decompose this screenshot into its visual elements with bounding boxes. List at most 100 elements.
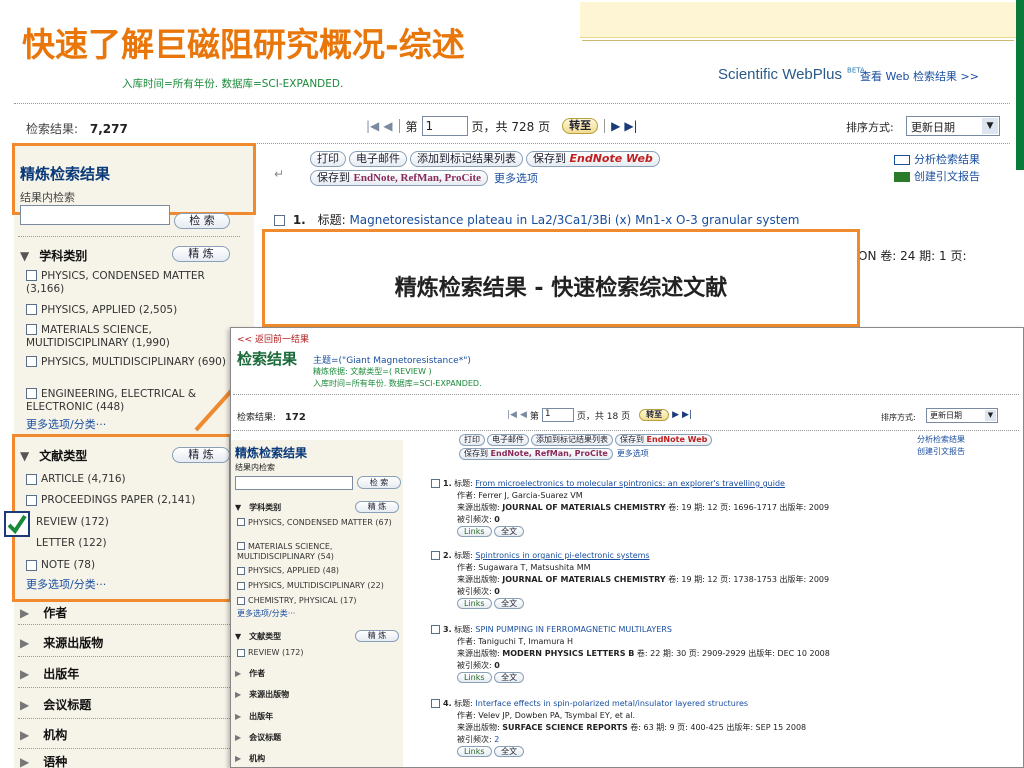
links-button[interactable]: Links bbox=[457, 526, 492, 537]
triangle-right-icon: ▶ bbox=[20, 728, 30, 742]
inset-org-toggle[interactable]: ▶ 机构 bbox=[235, 753, 265, 764]
inset-go-button[interactable]: 转至 bbox=[639, 409, 670, 421]
back-link[interactable]: << 返回前一结果 bbox=[237, 332, 309, 345]
output-toolbar-2: 保存到 EndNote, RefMan, ProCite 更多选项 bbox=[310, 170, 538, 186]
doctype-more-link[interactable]: 更多选项/分类··· bbox=[26, 576, 106, 592]
first-page-icon[interactable]: |◀ bbox=[507, 410, 517, 420]
inset-count-row: 检索结果: 172 bbox=[237, 412, 306, 423]
subject-facet-2[interactable]: PHYSICS, APPLIED (2,505) bbox=[26, 304, 226, 317]
triangle-right-icon: ▶ bbox=[235, 712, 242, 721]
chevron-down-icon[interactable]: ▼ bbox=[985, 410, 996, 421]
links-button[interactable]: Links bbox=[457, 746, 492, 757]
subject-facet-3[interactable]: MATERIALS SCIENCE, MULTIDISCIPLINARY (1,… bbox=[26, 324, 226, 350]
prev-page-icon[interactable]: ◀ bbox=[383, 119, 392, 133]
subject-more-link[interactable]: 更多选项/分类··· bbox=[26, 416, 106, 432]
fulltext-button[interactable]: 全文 bbox=[494, 526, 525, 537]
doctype-section-toggle[interactable]: ▼ 文献类型 bbox=[20, 447, 87, 464]
next-page-icon[interactable]: ▶ bbox=[672, 410, 679, 420]
language-section-toggle[interactable]: ▶ 语种 bbox=[20, 753, 67, 768]
prev-page-icon[interactable]: ◀ bbox=[520, 410, 527, 420]
subject-section-toggle[interactable]: ▼ 学科类别 bbox=[20, 247, 87, 264]
inset-subject-3[interactable]: PHYSICS, APPLIED (48) bbox=[237, 566, 397, 575]
web-results-link[interactable]: 查看 Web 检索结果 >> bbox=[860, 68, 979, 84]
more-options-link[interactable]: 更多选项 bbox=[494, 170, 538, 186]
doctype-facet-note[interactable]: NOTE (78) bbox=[26, 559, 95, 572]
inset-record-title[interactable]: Spintronics in organic pi-electronic sys… bbox=[475, 551, 649, 560]
author-section-toggle[interactable]: ▶ 作者 bbox=[20, 604, 67, 621]
links-button[interactable]: Links bbox=[457, 672, 492, 683]
source-section-toggle[interactable]: ▶ 来源出版物 bbox=[20, 634, 103, 651]
conference-section-toggle[interactable]: ▶ 会议标题 bbox=[20, 696, 91, 713]
doctype-facet-letter[interactable]: LETTER (122) bbox=[36, 537, 107, 550]
inset-side-title: 精炼检索结果 bbox=[235, 446, 308, 460]
fulltext-button[interactable]: 全文 bbox=[494, 598, 525, 609]
inset-page-input[interactable]: 1 bbox=[541, 408, 574, 422]
links-button[interactable]: Links bbox=[457, 598, 492, 609]
inset-add-marked-button[interactable]: 添加到标记结果列表 bbox=[531, 434, 613, 446]
inset-save-web-button[interactable]: 保存到 EndNote Web bbox=[615, 434, 713, 446]
review-checkbox-checked[interactable] bbox=[4, 511, 30, 537]
last-page-icon[interactable]: ▶| bbox=[624, 119, 637, 133]
inset-analyze-link[interactable]: 分析检索结果 bbox=[917, 434, 965, 445]
inset-record-title[interactable]: From microelectronics to molecular spint… bbox=[475, 479, 785, 488]
inset-more-options[interactable]: 更多选项 bbox=[617, 448, 649, 460]
inset-search-button[interactable]: 检 索 bbox=[357, 476, 401, 489]
inset-record-3: 3. 标题: SPIN PUMPING IN FERROMAGNETIC MUL… bbox=[431, 624, 830, 684]
next-page-icon[interactable]: ▶ bbox=[611, 119, 620, 133]
inset-record-2: 2. 标题: Spintronics in organic pi-electro… bbox=[431, 550, 829, 610]
inset-record-title[interactable]: Interface effects in spin-polarized meta… bbox=[475, 699, 748, 708]
inset-doctype-refine[interactable]: 精 炼 bbox=[355, 630, 399, 642]
print-button[interactable]: 打印 bbox=[310, 151, 346, 167]
inset-doctype-toggle[interactable]: ▼ 文献类型 bbox=[235, 631, 281, 642]
subject-facet-4[interactable]: PHYSICS, MULTIDISCIPLINARY (690) bbox=[26, 356, 226, 369]
go-button[interactable]: 转至 bbox=[562, 118, 599, 134]
first-page-icon[interactable]: |◀ bbox=[366, 119, 379, 133]
email-button[interactable]: 电子邮件 bbox=[349, 151, 407, 167]
doctype-facet-article[interactable]: ARTICLE (4,716) bbox=[26, 473, 126, 486]
fulltext-button[interactable]: 全文 bbox=[494, 746, 525, 757]
fulltext-button[interactable]: 全文 bbox=[494, 672, 525, 683]
inset-email-button[interactable]: 电子邮件 bbox=[487, 434, 529, 446]
org-section-toggle[interactable]: ▶ 机构 bbox=[20, 726, 67, 743]
inset-citation-link[interactable]: 创建引文报告 bbox=[917, 446, 965, 457]
within-search-input[interactable] bbox=[20, 205, 170, 225]
callout-text: 精炼检索结果 - 快速检索综述文献 bbox=[394, 276, 728, 301]
subject-facet-1[interactable]: PHYSICS, CONDENSED MATTER (3,166) bbox=[26, 270, 226, 296]
inset-conference-toggle[interactable]: ▶ 会议标题 bbox=[235, 732, 281, 743]
inset-year-toggle[interactable]: ▶ 出版年 bbox=[235, 711, 273, 722]
doctype-refine-button[interactable]: 精 炼 bbox=[172, 447, 230, 463]
inset-print-button[interactable]: 打印 bbox=[459, 434, 485, 446]
doctype-facet-proceedings[interactable]: PROCEEDINGS PAPER (2,141) bbox=[26, 494, 195, 507]
inset-subject-refine[interactable]: 精 炼 bbox=[355, 501, 399, 513]
inset-source-toggle[interactable]: ▶ 来源出版物 bbox=[235, 689, 289, 700]
inset-subject-1[interactable]: PHYSICS, CONDENSED MATTER (67) bbox=[237, 518, 397, 528]
inset-subject-toggle[interactable]: ▼ 学科类别 bbox=[235, 502, 281, 513]
inset-author-toggle[interactable]: ▶ 作者 bbox=[235, 668, 265, 679]
triangle-right-icon: ▶ bbox=[20, 755, 30, 768]
citation-report-link[interactable]: 创建引文报告 bbox=[894, 168, 980, 184]
save-endnote-web-button[interactable]: 保存到 EndNote Web bbox=[526, 151, 660, 167]
save-endnote-button[interactable]: 保存到 EndNote, RefMan, ProCite bbox=[310, 170, 488, 186]
doctype-facet-review[interactable]: REVIEW (172) bbox=[36, 516, 109, 529]
add-marked-button[interactable]: 添加到标记结果列表 bbox=[410, 151, 523, 167]
subject-refine-button[interactable]: 精 炼 bbox=[172, 246, 230, 262]
record-checkbox[interactable] bbox=[274, 215, 285, 226]
inset-save-endnote-button[interactable]: 保存到 EndNote, RefMan, ProCite bbox=[459, 448, 613, 460]
analyze-results-link[interactable]: 分析检索结果 bbox=[894, 151, 980, 167]
inset-sort-select[interactable]: 更新日期 ▼ bbox=[926, 408, 998, 423]
last-page-icon[interactable]: ▶| bbox=[682, 410, 692, 420]
inset-within-input[interactable] bbox=[235, 476, 353, 490]
inset-doctype-review[interactable]: REVIEW (172) bbox=[237, 648, 303, 657]
inset-subject-5[interactable]: CHEMISTRY, PHYSICAL (17) bbox=[237, 596, 397, 605]
inset-subject-2[interactable]: MATERIALS SCIENCE, MULTIDISCIPLINARY (54… bbox=[237, 542, 397, 562]
chevron-down-icon[interactable]: ▼ bbox=[982, 118, 998, 134]
within-search-button[interactable]: 检 索 bbox=[174, 213, 230, 229]
inset-record-title[interactable]: SPIN PUMPING IN FERROMAGNETIC MULTILAYER… bbox=[475, 625, 672, 634]
inset-subject-4[interactable]: PHYSICS, MULTIDISCIPLINARY (22) bbox=[237, 581, 403, 590]
brand-logo[interactable]: Scientific WebPlus BETA bbox=[718, 64, 865, 83]
record-title-link[interactable]: Magnetoresistance plateau in La2/3Ca1/3B… bbox=[349, 213, 799, 227]
sort-select[interactable]: 更新日期 ▼ bbox=[906, 116, 1000, 136]
inset-subject-more[interactable]: 更多选项/分类··· bbox=[237, 608, 295, 619]
year-section-toggle[interactable]: ▶ 出版年 bbox=[20, 665, 79, 682]
page-input[interactable]: 1 bbox=[421, 116, 468, 136]
